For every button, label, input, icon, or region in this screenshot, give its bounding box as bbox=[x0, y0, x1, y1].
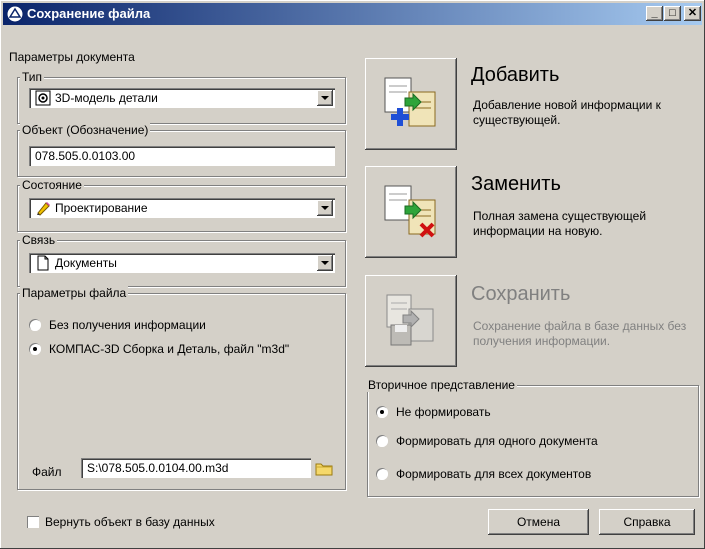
cancel-button[interactable]: Отмена bbox=[488, 509, 589, 535]
save-desc: Сохранение файла в базе данных без получ… bbox=[473, 319, 687, 348]
dialog-window: Сохранение файла _ □ ✕ Параметры докумен… bbox=[0, 0, 705, 549]
part-model-icon bbox=[35, 90, 51, 106]
type-combo[interactable]: 3D-модель детали bbox=[29, 88, 335, 108]
replace-title: Заменить bbox=[471, 173, 561, 195]
folder-icon bbox=[315, 463, 333, 476]
replace-documents-icon bbox=[384, 185, 436, 238]
doc-params-label: Параметры документа bbox=[9, 50, 135, 64]
radio-no-generate[interactable] bbox=[376, 406, 388, 418]
radio-all-documents-label[interactable]: Формировать для всех документов bbox=[396, 467, 591, 481]
secondary-group: Вторичное представление Не формировать Ф… bbox=[366, 378, 699, 497]
type-legend: Тип bbox=[20, 70, 45, 84]
file-params-legend: Параметры файла bbox=[20, 286, 129, 300]
type-value: 3D-модель детали bbox=[55, 91, 158, 105]
radio-no-info-label[interactable]: Без получения информации bbox=[49, 318, 206, 332]
link-combo[interactable]: Документы bbox=[29, 253, 335, 273]
radio-one-document-label[interactable]: Формировать для одного документа bbox=[396, 434, 598, 448]
help-button[interactable]: Справка bbox=[599, 509, 695, 535]
maximize-button[interactable]: □ bbox=[664, 6, 681, 21]
object-value: 078.505.0.0103.00 bbox=[35, 149, 136, 163]
object-legend: Объект (Обозначение) bbox=[20, 123, 151, 137]
kompas-logo-icon bbox=[6, 5, 24, 23]
add-documents-icon bbox=[384, 77, 436, 127]
document-icon bbox=[37, 255, 49, 271]
object-group: Объект (Обозначение) 078.505.0.0103.00 bbox=[17, 123, 346, 177]
radio-kompas-m3d-label[interactable]: КОМПАС-3D Сборка и Деталь, файл "m3d" bbox=[49, 342, 289, 356]
save-button[interactable] bbox=[365, 275, 457, 367]
chevron-down-icon[interactable] bbox=[317, 90, 333, 106]
link-value: Документы bbox=[55, 256, 117, 270]
state-legend: Состояние bbox=[20, 178, 84, 192]
replace-button[interactable] bbox=[365, 166, 457, 258]
return-to-db-checkbox[interactable] bbox=[27, 516, 39, 528]
file-params-group: Параметры файла Без получения информации… bbox=[17, 286, 346, 490]
add-title: Добавить bbox=[471, 64, 560, 86]
link-legend: Связь bbox=[20, 233, 58, 247]
radio-no-generate-label[interactable]: Не формировать bbox=[396, 405, 491, 419]
window-title: Сохранение файла bbox=[27, 6, 151, 21]
save-documents-icon bbox=[386, 294, 434, 346]
radio-kompas-m3d[interactable] bbox=[29, 343, 41, 355]
close-button[interactable]: ✕ bbox=[684, 6, 701, 21]
state-value: Проектирование bbox=[55, 201, 148, 215]
pencil-icon bbox=[37, 202, 50, 216]
radio-all-documents[interactable] bbox=[376, 468, 388, 480]
chevron-down-icon[interactable] bbox=[317, 255, 333, 271]
save-title: Сохранить bbox=[471, 283, 571, 305]
radio-no-info[interactable] bbox=[29, 319, 41, 331]
minimize-button[interactable]: _ bbox=[646, 6, 663, 21]
replace-desc: Полная замена существующей информации на… bbox=[473, 209, 647, 238]
title-bar[interactable]: Сохранение файла _ □ ✕ bbox=[3, 3, 702, 25]
radio-one-document[interactable] bbox=[376, 435, 388, 447]
add-button[interactable] bbox=[365, 58, 457, 150]
type-group: Тип 3D-модель детали bbox=[17, 70, 346, 124]
browse-button[interactable] bbox=[314, 458, 334, 478]
file-path-input[interactable]: S:\078.505.0.0104.00.m3d bbox=[81, 458, 311, 478]
secondary-legend: Вторичное представление bbox=[366, 378, 517, 392]
add-desc: Добавление новой информации к существующ… bbox=[473, 98, 661, 127]
state-group: Состояние Проектирование bbox=[17, 178, 346, 232]
chevron-down-icon[interactable] bbox=[317, 200, 333, 216]
file-path-value: S:\078.505.0.0104.00.m3d bbox=[87, 461, 229, 475]
link-group: Связь Документы bbox=[17, 233, 346, 287]
file-label: Файл bbox=[32, 465, 62, 479]
return-to-db-label[interactable]: Вернуть объект в базу данных bbox=[45, 515, 215, 529]
object-input[interactable]: 078.505.0.0103.00 bbox=[29, 146, 335, 166]
state-combo[interactable]: Проектирование bbox=[29, 198, 335, 218]
